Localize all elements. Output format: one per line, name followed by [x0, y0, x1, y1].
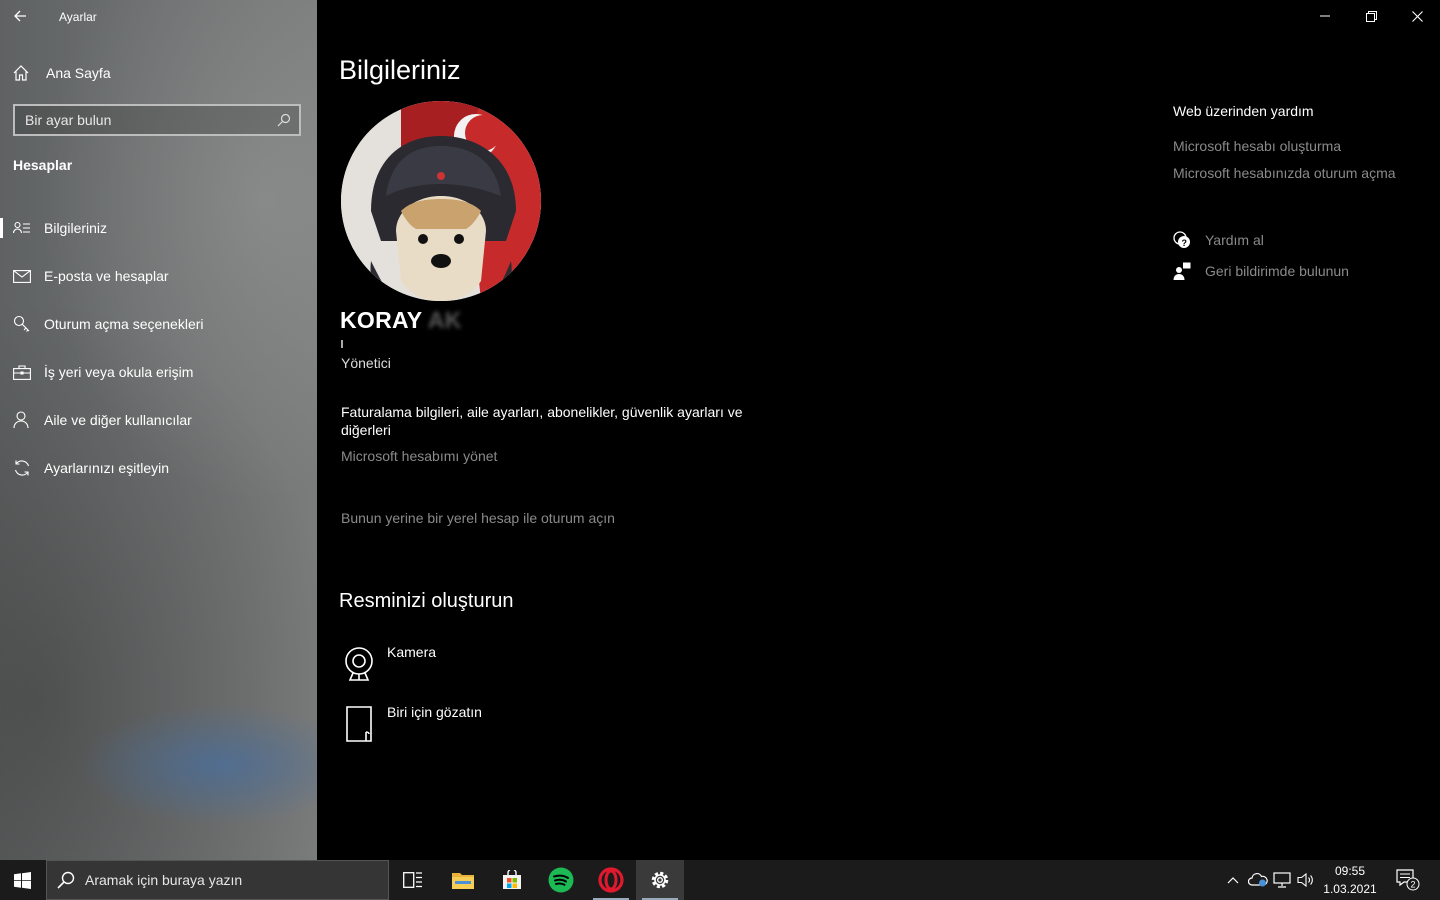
feedback-label: Geri bildirimde bulunun: [1205, 263, 1349, 279]
back-arrow-icon: [14, 10, 26, 22]
back-button[interactable]: [8, 4, 32, 28]
show-hidden-icons-button[interactable]: [1222, 860, 1244, 900]
start-button[interactable]: [0, 860, 44, 900]
window-controls: [1302, 0, 1440, 32]
volume-tray-button[interactable]: [1294, 860, 1318, 900]
sidebar-item-email-accounts[interactable]: E-posta ve hesaplar: [0, 252, 317, 300]
taskbar-search-placeholder: Aramak için buraya yazın: [85, 872, 243, 888]
page-title: Bilgileriniz: [339, 55, 461, 85]
feedback-link[interactable]: Geri bildirimde bulunun: [1173, 262, 1349, 280]
sidebar-item-sign-in-options[interactable]: Oturum açma seçenekleri: [0, 300, 317, 348]
webcam-icon: [341, 644, 377, 684]
sidebar-item-label: Bilgileriniz: [44, 220, 108, 236]
sidebar-item-label: E-posta ve hesaplar: [44, 268, 169, 284]
svg-text:?: ?: [1182, 238, 1188, 248]
clock-date: 1.03.2021: [1323, 882, 1377, 896]
window-title: Ayarlar: [59, 10, 97, 24]
clock-time: 09:55: [1334, 864, 1366, 878]
manage-account-link[interactable]: Microsoft hesabımı yönet: [341, 448, 497, 464]
browse-option[interactable]: Biri için gözatın: [341, 704, 482, 744]
browse-file-icon: [341, 704, 377, 744]
chevron-up-icon: [1227, 877, 1239, 884]
sidebar-item-sync-settings[interactable]: Ayarlarınızı eşitleyin: [0, 444, 317, 492]
cloud-sync-icon: [1248, 873, 1268, 887]
settings-search-box[interactable]: [13, 104, 301, 136]
sidebar-item-label: İş yeri veya okula erişim: [44, 364, 194, 380]
spotify-button[interactable]: [537, 860, 585, 900]
taskbar-search-box[interactable]: Aramak için buraya yazın: [46, 860, 389, 900]
search-icon[interactable]: [277, 113, 291, 127]
section-title: Hesaplar: [13, 157, 73, 173]
mail-icon: [12, 266, 32, 286]
opera-icon: [598, 867, 624, 893]
home-label: Ana Sayfa: [46, 65, 111, 81]
user-email-redacted: [341, 340, 343, 348]
restore-icon: [1365, 10, 1377, 22]
user-name: KORAY AK: [340, 307, 462, 334]
sidebar-item-label: Aile ve diğer kullanıcılar: [44, 412, 192, 428]
minimize-button[interactable]: [1302, 0, 1348, 32]
file-explorer-button[interactable]: [439, 860, 487, 900]
minimize-icon: [1320, 15, 1330, 17]
billing-description: Faturalama bilgileri, aile ayarları, abo…: [341, 404, 743, 438]
spotify-icon: [548, 867, 574, 893]
sidebar-item-label: Ayarlarınızı eşitleyin: [44, 460, 170, 476]
notification-icon: 2: [1396, 869, 1420, 891]
search-icon: [57, 871, 75, 889]
people-icon: [12, 410, 32, 430]
task-view-icon: [403, 872, 422, 888]
windows-logo-icon: [13, 871, 31, 889]
feedback-icon: [1173, 262, 1191, 280]
store-icon: [503, 870, 521, 889]
sidebar-item-family-users[interactable]: Aile ve diğer kullanıcılar: [0, 396, 317, 444]
help-link-create-account[interactable]: Microsoft hesabı oluşturma: [1173, 138, 1341, 154]
sidebar-nav: Bilgileriniz E-posta ve hesaplar Oturum …: [0, 204, 317, 492]
help-heading: Web üzerinden yardım: [1173, 103, 1314, 119]
get-help-link[interactable]: ? Yardım al: [1173, 231, 1264, 249]
network-icon: [1273, 872, 1291, 888]
settings-search-input[interactable]: [25, 112, 277, 128]
camera-label: Kamera: [387, 644, 437, 660]
sidebar: Ayarlar Ana Sayfa Hesaplar Bilgileriniz …: [0, 0, 317, 860]
home-nav-item[interactable]: Ana Sayfa: [12, 60, 111, 86]
action-center-button[interactable]: 2: [1388, 860, 1428, 900]
user-avatar: [341, 101, 541, 301]
person-card-icon: [12, 218, 32, 238]
user-role: Yönetici: [341, 355, 391, 371]
taskbar-clock[interactable]: 09:55 1.03.2021: [1318, 862, 1382, 898]
local-account-link[interactable]: Bunun yerine bir yerel hesap ile oturum …: [341, 510, 615, 526]
briefcase-icon: [12, 362, 32, 382]
sidebar-item-work-school[interactable]: İş yeri veya okula erişim: [0, 348, 317, 396]
file-explorer-icon: [452, 873, 474, 889]
key-icon: [12, 314, 32, 334]
sidebar-item-your-info[interactable]: Bilgileriniz: [0, 204, 317, 252]
get-help-label: Yardım al: [1205, 232, 1264, 248]
browse-label: Biri için gözatın: [387, 704, 482, 720]
sidebar-item-label: Oturum açma seçenekleri: [44, 316, 204, 332]
network-tray-button[interactable]: [1270, 860, 1294, 900]
taskbar: Aramak için buraya yazın 09:55 1.03.2021…: [0, 860, 1440, 900]
onedrive-tray-button[interactable]: [1246, 860, 1270, 900]
user-first-name: KORAY: [340, 307, 423, 333]
close-button[interactable]: [1394, 0, 1440, 32]
close-icon: [1411, 10, 1423, 22]
sync-icon: [12, 458, 32, 478]
store-button[interactable]: [488, 860, 536, 900]
help-chat-icon: ?: [1173, 231, 1191, 249]
home-icon: [13, 65, 29, 81]
speaker-icon: [1297, 873, 1313, 887]
settings-button[interactable]: [636, 860, 684, 900]
restore-button[interactable]: [1348, 0, 1394, 32]
opera-button[interactable]: [587, 860, 635, 900]
notification-count: 2: [1410, 880, 1415, 890]
camera-option[interactable]: Kamera: [341, 644, 436, 684]
main-content: Bilgileriniz KORAY AK Yönetici Faturalam…: [317, 0, 1440, 860]
settings-gear-icon: [651, 871, 669, 889]
user-last-name-obscured: AK: [427, 307, 462, 333]
task-view-button[interactable]: [389, 860, 437, 900]
create-picture-heading: Resminizi oluşturun: [339, 590, 514, 612]
help-link-sign-in[interactable]: Microsoft hesabınızda oturum açma: [1173, 165, 1396, 181]
